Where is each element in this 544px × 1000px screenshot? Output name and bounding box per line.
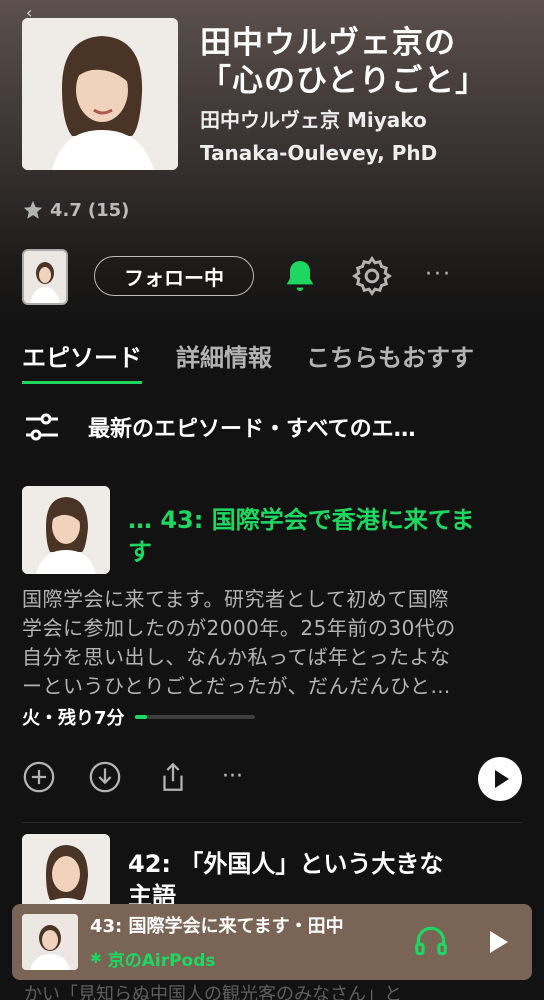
play-button[interactable] — [478, 757, 522, 801]
episode-filter[interactable]: 最新のエピソード・すべてのエ… — [22, 405, 416, 449]
episode-more-icon[interactable]: ··· — [222, 760, 256, 794]
episode-divider — [22, 822, 522, 823]
episode-date-remaining: 火・残り7分 — [22, 708, 125, 729]
device-name: 京のAirPods — [107, 951, 216, 971]
filter-label: 最新のエピソード・すべてのエ… — [88, 417, 416, 442]
show-author[interactable]: 田中ウルヴェ京 Miyako Tanaka-Oulevey, PhD — [200, 104, 520, 170]
rating-count: (15) — [87, 199, 130, 221]
description-line: 国際学会に来てます。研究者として初めて国際 — [22, 587, 449, 611]
episode-title-line1: 42: 「外国人」という大きな — [128, 850, 444, 878]
mini-player-title: 43: 国際学会に来てます・田中 — [90, 916, 344, 937]
bluetooth-icon: ✱ — [90, 950, 102, 967]
mini-play-button[interactable] — [480, 924, 516, 960]
episode-actions: ··· — [22, 757, 522, 801]
settings-gear-icon[interactable] — [350, 254, 394, 298]
tab-episodes[interactable]: エピソード — [22, 338, 142, 384]
episode-title[interactable]: 42: 「外国人」という大きな 主語 — [128, 848, 518, 912]
description-line: 学会に参加したのが2000年。25年前の30代の — [22, 616, 456, 640]
rating-value: 4.7 — [50, 199, 82, 221]
episode-progress-bar — [134, 715, 255, 719]
add-circle-icon[interactable] — [22, 760, 56, 794]
tab-recommended[interactable]: こちらもおすす — [306, 338, 474, 384]
episode-progress-fill — [134, 715, 147, 719]
show-thumbnail-button[interactable] — [22, 249, 68, 305]
next-episode-preview: かい「見知らぬ中国人の観光客のみなさん」と — [0, 980, 544, 1000]
episode-title-line1: … 43: 国際学会で香港に来てま — [128, 506, 475, 534]
mini-player[interactable]: 43: 国際学会に来てます・田中 ✱ 京のAirPods — [12, 904, 532, 980]
rating[interactable]: 4.7 (15) — [22, 198, 129, 222]
author-line1: 田中ウルヴェ京 Miyako — [200, 108, 427, 132]
author-line2: Tanaka-Oulevey, PhD — [200, 141, 438, 165]
play-icon — [490, 931, 508, 953]
tab-details[interactable]: 詳細情報 — [176, 338, 272, 384]
tab-bar: エピソード 詳細情報 こちらもおすす — [22, 338, 474, 384]
episode-title-line2: す — [128, 538, 152, 566]
connect-device-icon[interactable] — [412, 922, 450, 960]
play-icon — [495, 770, 509, 788]
show-title: 田中ウルヴェ京の 「心のひとりごと」 — [200, 24, 530, 100]
description-line: 自分を思い出し、なんか私ってば年とったよな — [22, 645, 451, 669]
share-icon[interactable] — [156, 760, 190, 794]
star-icon — [23, 200, 43, 219]
show-title-line2: 「心のひとりごと」 — [200, 63, 488, 99]
episode-meta: 火・残り7分 — [22, 704, 255, 730]
description-line: ーというひとりごとだったが、だんだんひと… — [22, 674, 451, 698]
notification-bell-icon[interactable] — [280, 256, 320, 296]
download-icon[interactable] — [88, 760, 122, 794]
episode-thumbnail[interactable] — [22, 486, 110, 574]
episode-title[interactable]: … 43: 国際学会で香港に来てま す — [128, 504, 518, 568]
filter-sliders-icon — [26, 413, 58, 441]
mini-player-device[interactable]: ✱ 京のAirPods — [90, 946, 216, 972]
mini-player-thumbnail — [22, 914, 78, 970]
follow-button[interactable]: フォロー中 — [94, 256, 254, 296]
show-cover-art — [22, 18, 178, 170]
episode-description[interactable]: 国際学会に来てます。研究者として初めて国際 学会に参加したのが2000年。25年… — [22, 585, 522, 701]
show-title-line1: 田中ウルヴェ京の — [200, 25, 456, 61]
more-options-icon[interactable]: ··· — [425, 262, 465, 287]
